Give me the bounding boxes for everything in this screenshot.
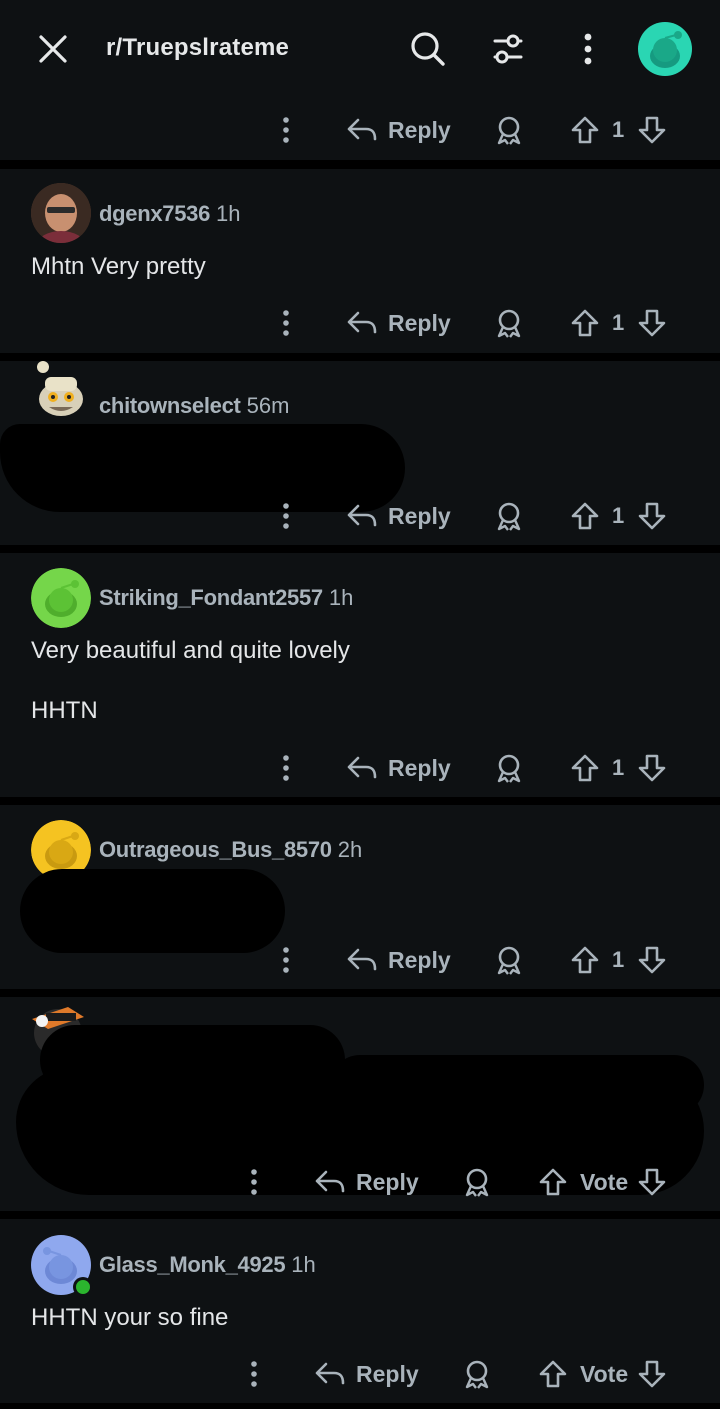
- award-icon[interactable]: [462, 1354, 492, 1394]
- comment-actions: Reply 1: [0, 940, 720, 980]
- award-icon[interactable]: [494, 748, 524, 788]
- vote-label: Vote: [580, 1360, 629, 1387]
- comment-text: HHTN: [31, 697, 98, 724]
- comment-text: HHTN your so fine: [31, 1304, 229, 1331]
- timestamp: 56m: [246, 393, 290, 418]
- comment-more-icon[interactable]: [276, 496, 296, 536]
- reply-button[interactable]: Reply: [346, 110, 451, 150]
- upvote-icon[interactable]: [570, 748, 600, 788]
- username[interactable]: Glass_Monk_4925: [99, 1252, 286, 1277]
- username[interactable]: Striking_Fondant2557: [99, 585, 323, 610]
- comment-actions: Reply 1: [0, 110, 720, 150]
- upvote-icon[interactable]: [570, 940, 600, 980]
- top-app-bar: r/Truepslrateme: [0, 0, 720, 98]
- vote-count: 1: [612, 117, 625, 142]
- avatar[interactable]: [31, 359, 91, 419]
- award-icon[interactable]: [494, 496, 524, 536]
- award-icon[interactable]: [494, 940, 524, 980]
- award-icon[interactable]: [494, 303, 524, 343]
- comment-meta: Outrageous_Bus_8570 2h: [99, 837, 362, 863]
- comment-meta: Glass_Monk_4925 1h: [99, 1252, 316, 1278]
- avatar[interactable]: [31, 183, 91, 243]
- comment-actions: Reply 1: [0, 496, 720, 536]
- upvote-icon[interactable]: [570, 110, 600, 150]
- filter-icon[interactable]: [481, 22, 535, 76]
- comment-text: Mhtn Very pretty: [31, 253, 206, 280]
- comment-more-icon[interactable]: [244, 1162, 264, 1202]
- timestamp: 1h: [216, 201, 241, 226]
- comment-more-icon[interactable]: [276, 940, 296, 980]
- comment-text: Very beautiful and quite lovely: [31, 637, 350, 664]
- timestamp: 1h: [328, 585, 354, 610]
- reply-button[interactable]: Reply: [314, 1162, 419, 1202]
- reply-button[interactable]: Reply: [346, 496, 451, 536]
- avatar[interactable]: [31, 568, 91, 628]
- award-icon[interactable]: [462, 1162, 492, 1202]
- upvote-icon[interactable]: [538, 1354, 568, 1394]
- vote-label: Vote: [580, 1168, 629, 1195]
- search-icon[interactable]: [401, 22, 455, 76]
- avatar-icon[interactable]: [638, 22, 692, 76]
- close-icon[interactable]: [26, 22, 80, 76]
- comment: Striking_Fondant2557 1h Very beautiful an…: [0, 553, 720, 797]
- vote-count: 1: [612, 310, 625, 335]
- username[interactable]: chitownselect: [99, 393, 241, 418]
- downvote-icon[interactable]: [637, 748, 667, 788]
- comment: chitownselect 56m Reply 1: [0, 361, 720, 545]
- redaction-mark: [330, 1055, 704, 1115]
- upvote-icon[interactable]: [570, 496, 600, 536]
- timestamp: 1h: [291, 1252, 316, 1277]
- downvote-icon[interactable]: [637, 1162, 667, 1202]
- comment-actions: Reply 1: [0, 748, 720, 788]
- downvote-icon[interactable]: [637, 110, 667, 150]
- comment-more-icon[interactable]: [244, 1354, 264, 1394]
- more-icon[interactable]: [561, 22, 615, 76]
- comment-actions: Reply Vote: [0, 1354, 720, 1394]
- downvote-icon[interactable]: [637, 496, 667, 536]
- downvote-icon[interactable]: [637, 940, 667, 980]
- comment-actions: Reply Vote: [0, 1162, 720, 1202]
- reply-button[interactable]: Reply: [346, 940, 451, 980]
- vote-count: 1: [612, 947, 625, 972]
- comment-meta: dgenx7536 1h: [99, 201, 241, 227]
- downvote-icon[interactable]: [637, 1354, 667, 1394]
- upvote-icon[interactable]: [570, 303, 600, 343]
- reply-button[interactable]: Reply: [346, 303, 451, 343]
- comment-meta: Striking_Fondant2557 1h: [99, 585, 353, 611]
- subreddit-title[interactable]: r/Truepslrateme: [106, 34, 289, 62]
- comment: Glass_Monk_4925 1h HHTN your so fine Repl…: [0, 1219, 720, 1403]
- username[interactable]: Outrageous_Bus_8570: [99, 837, 332, 862]
- username[interactable]: dgenx7536: [99, 201, 210, 226]
- comment: Reply Vote: [0, 997, 720, 1211]
- upvote-icon[interactable]: [538, 1162, 568, 1202]
- comment-more-icon[interactable]: [276, 748, 296, 788]
- comment-more-icon[interactable]: [276, 303, 296, 343]
- downvote-icon[interactable]: [637, 303, 667, 343]
- comment: Outrageous_Bus_8570 2h Reply 1: [0, 805, 720, 989]
- previous-comment-fragment: Reply 1: [0, 98, 720, 160]
- comment-meta: chitownselect 56m: [99, 393, 289, 419]
- vote-count: 1: [612, 755, 625, 780]
- avatar[interactable]: [31, 1235, 93, 1297]
- comment-actions: Reply 1: [0, 303, 720, 343]
- vote-count: 1: [612, 503, 625, 528]
- comment: dgenx7536 1h Mhtn Very pretty Reply 1: [0, 169, 720, 353]
- reply-button[interactable]: Reply: [346, 748, 451, 788]
- comment-more-icon[interactable]: [276, 110, 296, 150]
- award-icon[interactable]: [494, 110, 524, 150]
- timestamp: 2h: [337, 837, 363, 862]
- reply-button[interactable]: Reply: [314, 1354, 419, 1394]
